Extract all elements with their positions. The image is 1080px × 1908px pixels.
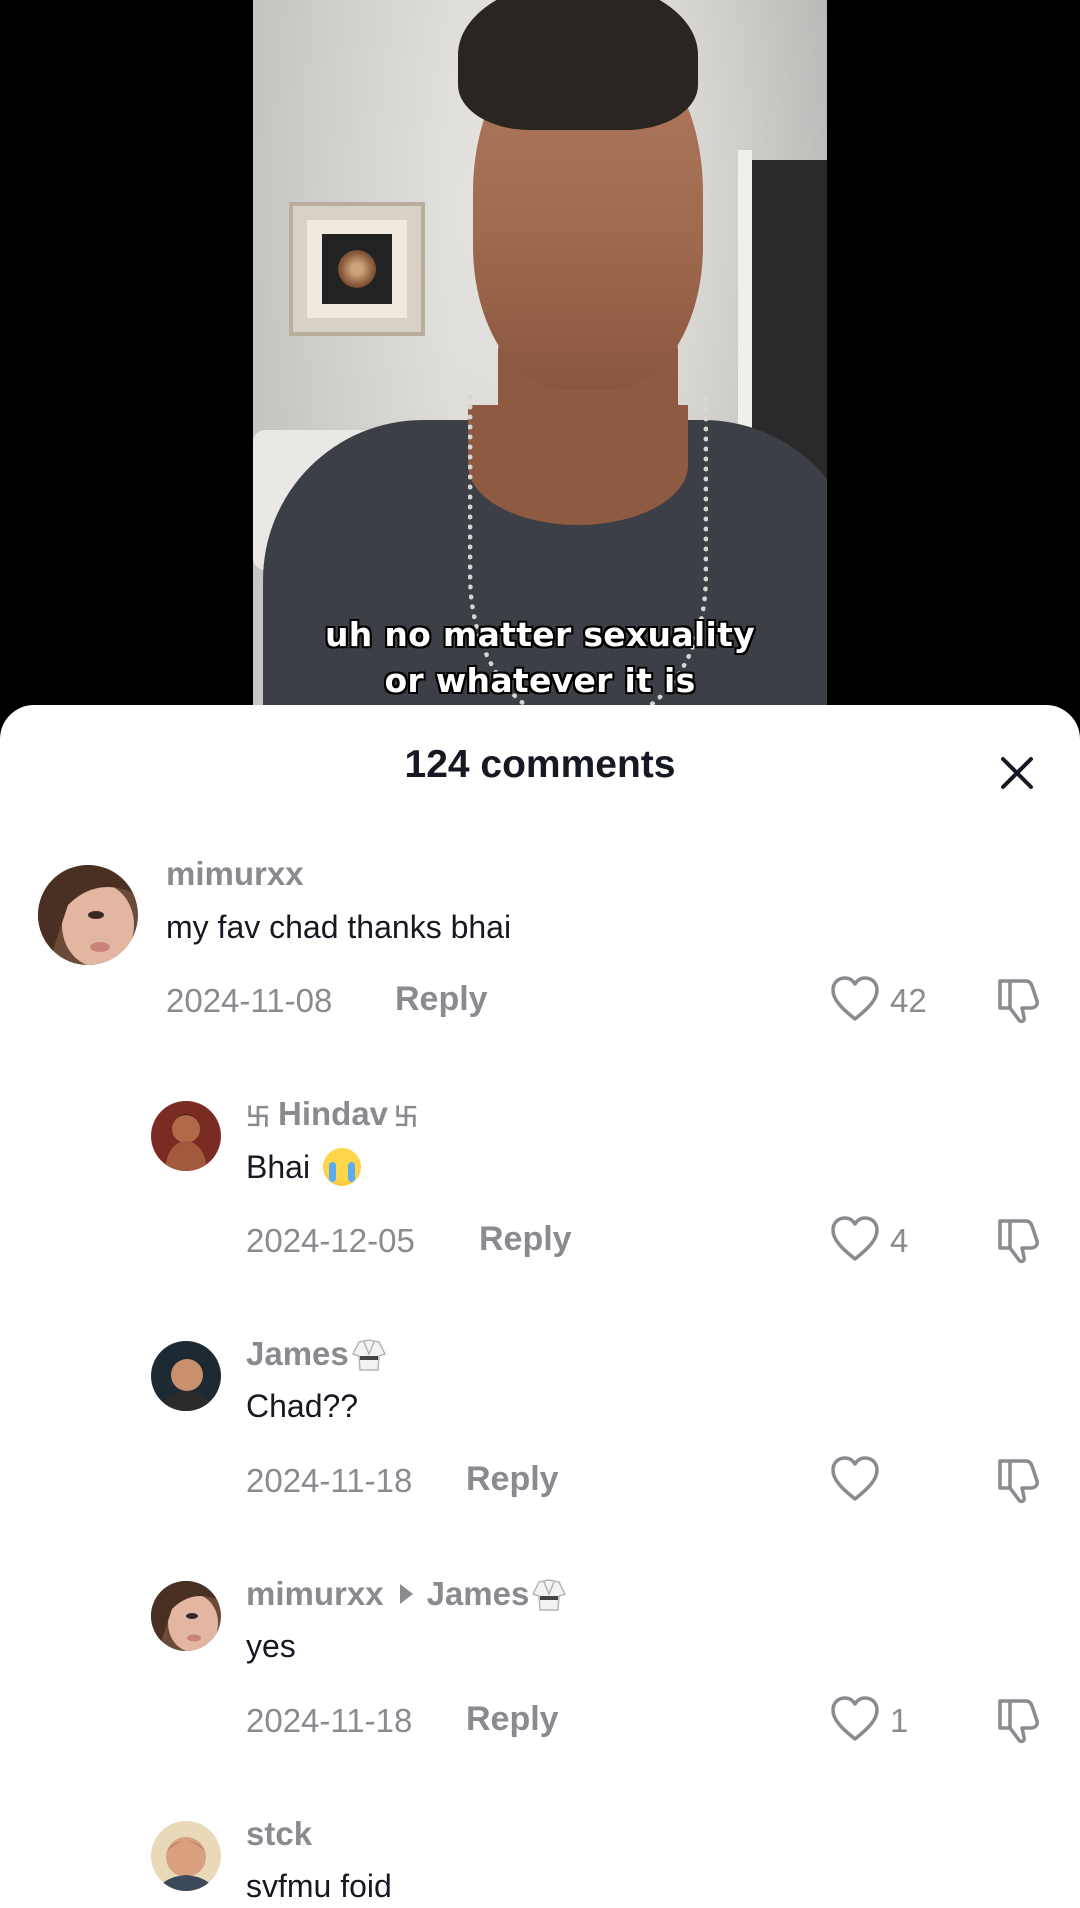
martial-arts-uniform-icon [532,1579,567,1611]
comment-date: 2024-11-08 [166,982,333,1019]
username-text: James [246,1335,349,1372]
thumbs-down-icon [998,1699,1039,1744]
loudly-crying-face-icon [322,1148,361,1186]
reply-to-username[interactable]: James [427,1575,530,1613]
reply-arrow-icon [399,1584,413,1604]
reply-button[interactable]: Reply [466,1460,559,1499]
comment-text: svfmu foid [246,1868,392,1904]
comment-date: 2024-11-18 [246,1462,413,1499]
like-button[interactable] [830,1455,880,1503]
close-button[interactable] [995,751,1039,795]
username-prefix-symbol: 卐 [246,1103,270,1131]
dislike-button[interactable] [992,975,1042,1025]
like-button[interactable] [830,975,880,1023]
like-count: 42 [890,982,927,1019]
reply-button[interactable]: Reply [479,1220,572,1259]
comment-text: yes [246,1628,296,1664]
dislike-button[interactable] [992,1455,1042,1505]
thumbs-down-icon [998,1219,1039,1264]
avatar[interactable] [151,1341,221,1411]
dislike-button[interactable] [992,1695,1042,1745]
username-suffix-symbol: 卐 [394,1103,419,1131]
comments-count-title: 124 comments [404,743,676,786]
heart-icon [831,976,879,1021]
like-button[interactable] [830,1215,880,1263]
video-player[interactable] [253,0,827,705]
dislike-button[interactable] [992,1215,1042,1265]
avatar[interactable] [151,1581,221,1651]
comment-username[interactable]: mimurxx James [246,1575,567,1613]
comment-text: Chad?? [246,1388,359,1424]
avatar[interactable] [151,1101,221,1171]
comment-date: 2024-12-05 [246,1222,415,1259]
username-text: mimurxx [166,855,304,892]
heart-icon [831,1216,879,1261]
video-caption: uh no matter sexuality or whatever it is [253,612,827,704]
martial-arts-uniform-icon [351,1339,386,1371]
reply-button[interactable]: Reply [395,980,488,1019]
like-count: 1 [890,1702,909,1739]
comment-text: Bhai [246,1148,361,1186]
heart-icon [831,1696,879,1741]
like-button[interactable] [830,1695,880,1743]
username-text: mimurxx [246,1575,384,1612]
comment-username[interactable]: stck [246,1815,312,1853]
close-icon [1001,757,1033,789]
heart-icon [831,1456,879,1501]
video-scene-wall-art [289,202,425,336]
username-text: Hindav [278,1095,389,1132]
thumbs-down-icon [998,979,1039,1024]
video-caption-line-1: uh no matter sexuality [324,615,756,654]
comment-text-body: Bhai [246,1149,311,1185]
video-caption-line-2: or whatever it is [384,661,696,700]
avatar[interactable] [151,1821,221,1891]
comment-username[interactable]: James [246,1335,387,1373]
comment-username[interactable]: 卐 Hindav 卐 [246,1095,418,1133]
video-person-hair [458,0,698,130]
reply-button[interactable]: Reply [466,1700,559,1739]
comment-date: 2024-11-18 [246,1702,413,1739]
comments-sheet: 124 comments mimurxx my fav chad thanks … [0,705,1080,1908]
like-count: 4 [890,1222,909,1259]
username-text: stck [246,1815,313,1852]
comment-username[interactable]: mimurxx [166,855,304,893]
avatar[interactable] [38,865,138,965]
thumbs-down-icon [998,1459,1039,1504]
comment-text: my fav chad thanks bhai [166,909,512,945]
